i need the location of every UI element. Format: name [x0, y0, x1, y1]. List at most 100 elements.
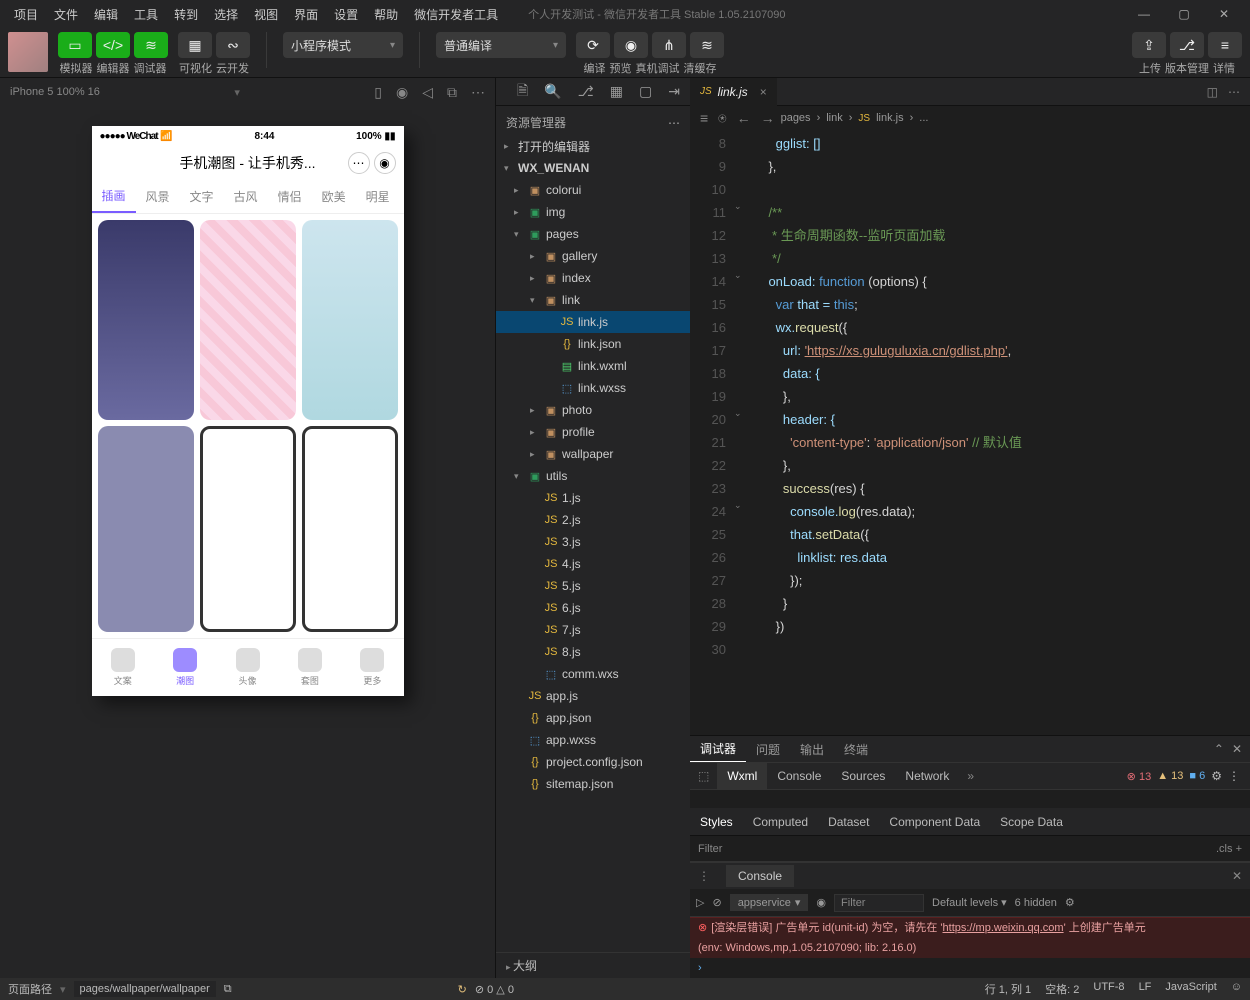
menu-item[interactable]: 选择	[208, 4, 244, 25]
wallpaper-card[interactable]	[98, 426, 194, 632]
sources-tab[interactable]: Sources	[831, 762, 895, 790]
menu-item[interactable]: 帮助	[368, 4, 404, 25]
category-tabs[interactable]: 插画 风景 文字 古风 情侣 欧美 明星	[92, 180, 404, 214]
remote-debug-button[interactable]: ⋔	[652, 32, 686, 58]
wallpaper-card[interactable]	[302, 426, 398, 632]
ext-icon[interactable]: ▦	[606, 83, 627, 100]
menu-item[interactable]: 设置	[328, 4, 364, 25]
nav-item[interactable]: 文案	[92, 639, 154, 696]
menu-item[interactable]: 视图	[248, 4, 284, 25]
indent[interactable]: 空格: 2	[1045, 981, 1079, 997]
close-icon[interactable]: ✕	[1232, 869, 1250, 883]
phone-simulator[interactable]: ●●●●● WeChat 📶 8:44 100% ▮▮ 手机潮图 - 让手机秀.…	[92, 126, 404, 696]
wallpaper-card[interactable]	[200, 426, 296, 632]
issues-tab[interactable]: 问题	[746, 736, 790, 762]
filter-input[interactable]: Filter	[698, 843, 722, 855]
maximize-icon[interactable]: ▢	[1166, 7, 1202, 21]
upload-button[interactable]: ⇪	[1132, 32, 1166, 58]
editor-button[interactable]: </>	[96, 32, 130, 58]
language[interactable]: JavaScript	[1165, 981, 1216, 997]
cloud-button[interactable]: ∾	[216, 32, 250, 58]
visual-button[interactable]: ▦	[178, 32, 212, 58]
menu-item[interactable]: 界面	[288, 4, 324, 25]
add-icon[interactable]: +	[1236, 843, 1242, 855]
terminal-tab[interactable]: 终端	[834, 736, 878, 762]
device-label[interactable]: iPhone 5 100% 16	[10, 86, 100, 98]
context-select[interactable]: appservice▾	[730, 894, 809, 911]
branch-icon[interactable]: ⎇	[574, 83, 598, 100]
network-tab[interactable]: Network	[895, 762, 959, 790]
menu-item[interactable]: 编辑	[88, 4, 124, 25]
hidden-count[interactable]: 6 hidden	[1015, 897, 1057, 909]
menu-item[interactable]: 文件	[48, 4, 84, 25]
version-button[interactable]: ⎇	[1170, 32, 1204, 58]
target-icon[interactable]: ◉	[374, 152, 396, 174]
scroll-icon[interactable]: ↻	[458, 983, 467, 996]
more-icon[interactable]: ⋯	[668, 116, 680, 130]
more-icon[interactable]: ⋯	[1228, 85, 1240, 99]
nav-item[interactable]: 套图	[279, 639, 341, 696]
eol[interactable]: LF	[1139, 981, 1152, 997]
copy-icon[interactable]: ⧉	[224, 983, 232, 996]
gear-icon[interactable]: ⚙	[1065, 896, 1075, 909]
clear-cache-button[interactable]: ≋	[690, 32, 724, 58]
wallpaper-card[interactable]	[302, 220, 398, 420]
code-editor[interactable]: 8910111213141516171819202122232425262728…	[690, 130, 1250, 735]
eye-icon[interactable]: ⊘	[712, 896, 721, 909]
gear-icon[interactable]: ⚙	[1211, 769, 1222, 783]
sim-icon[interactable]: ▯	[374, 84, 382, 101]
avatar[interactable]	[8, 32, 48, 72]
issues-count[interactable]: ⊘ 0 △ 0	[475, 983, 514, 996]
simulator-button[interactable]: ▭	[58, 32, 92, 58]
close-icon[interactable]: ✕	[1206, 7, 1242, 21]
compile-select[interactable]: 普通编译▾	[436, 32, 566, 58]
editor-tab[interactable]: JSlink.js×	[690, 78, 777, 106]
feedback-icon[interactable]: ☺	[1231, 981, 1242, 997]
close-icon[interactable]: ✕	[1232, 742, 1242, 756]
encoding[interactable]: UTF-8	[1093, 981, 1124, 997]
nav-item[interactable]: 头像	[216, 639, 278, 696]
sim-icon[interactable]: ⧉	[447, 84, 457, 101]
console-drawer-tab[interactable]: Console	[726, 865, 794, 887]
mode-select[interactable]: 小程序模式▾	[283, 32, 403, 58]
tag-icon[interactable]: ⇥	[664, 83, 684, 100]
wxml-tab[interactable]: Wxml	[717, 762, 767, 790]
box-icon[interactable]: ▢	[635, 83, 656, 100]
preview-button[interactable]: ◉	[614, 32, 648, 58]
sim-icon[interactable]: ◁	[422, 84, 433, 101]
console-tab[interactable]: Console	[767, 762, 831, 790]
output-tab[interactable]: 输出	[790, 736, 834, 762]
menu-item[interactable]: 工具	[128, 4, 164, 25]
menu-item[interactable]: 项目	[8, 4, 44, 25]
kebab-icon[interactable]: ⋮	[690, 869, 718, 883]
chevron-up-icon[interactable]: ⌃	[1214, 742, 1224, 756]
details-button[interactable]: ≡	[1208, 32, 1242, 58]
debugger-button[interactable]: ≋	[134, 32, 168, 58]
kebab-icon[interactable]: ⋮	[1228, 769, 1240, 783]
page-path[interactable]: pages/wallpaper/wallpaper	[74, 981, 216, 997]
inspect-icon[interactable]: ⬚	[690, 769, 717, 783]
split-icon[interactable]: ◫	[1207, 85, 1218, 99]
close-tab-icon[interactable]: ×	[760, 85, 767, 99]
debugger-tab[interactable]: 调试器	[690, 736, 746, 762]
sim-icon[interactable]: ◉	[396, 84, 408, 101]
menu-icon[interactable]: ⋯	[348, 152, 370, 174]
menu-item[interactable]: 转到	[168, 4, 204, 25]
console-filter-input[interactable]: Filter	[834, 894, 924, 912]
eye-icon[interactable]: ◉	[816, 896, 826, 909]
nav-item[interactable]: 更多	[341, 639, 403, 696]
search-icon[interactable]: 🔍	[540, 83, 565, 100]
more-tabs-icon[interactable]: »	[959, 769, 982, 783]
styles-tab[interactable]: Styles	[690, 808, 743, 836]
menu-item[interactable]: 微信开发者工具	[408, 4, 504, 25]
wallpaper-card[interactable]	[200, 220, 296, 420]
clear-icon[interactable]: ▷	[696, 896, 704, 909]
levels-select[interactable]: Default levels ▾	[932, 896, 1007, 909]
files-icon[interactable]: 🗎	[513, 80, 532, 104]
minimize-icon[interactable]: —	[1126, 7, 1162, 21]
console-output[interactable]: ⊗[渲染层错误] 广告单元 id(unit-id) 为空，请先在 'https:…	[690, 917, 1250, 978]
file-tree[interactable]: ▸打开的编辑器 ▾WX_WENAN ▸▣colorui ▸▣img ▾▣page…	[496, 135, 690, 952]
cursor-pos[interactable]: 行 1, 列 1	[985, 981, 1031, 997]
compile-button[interactable]: ⟳	[576, 32, 610, 58]
wallpaper-card[interactable]	[98, 220, 194, 420]
